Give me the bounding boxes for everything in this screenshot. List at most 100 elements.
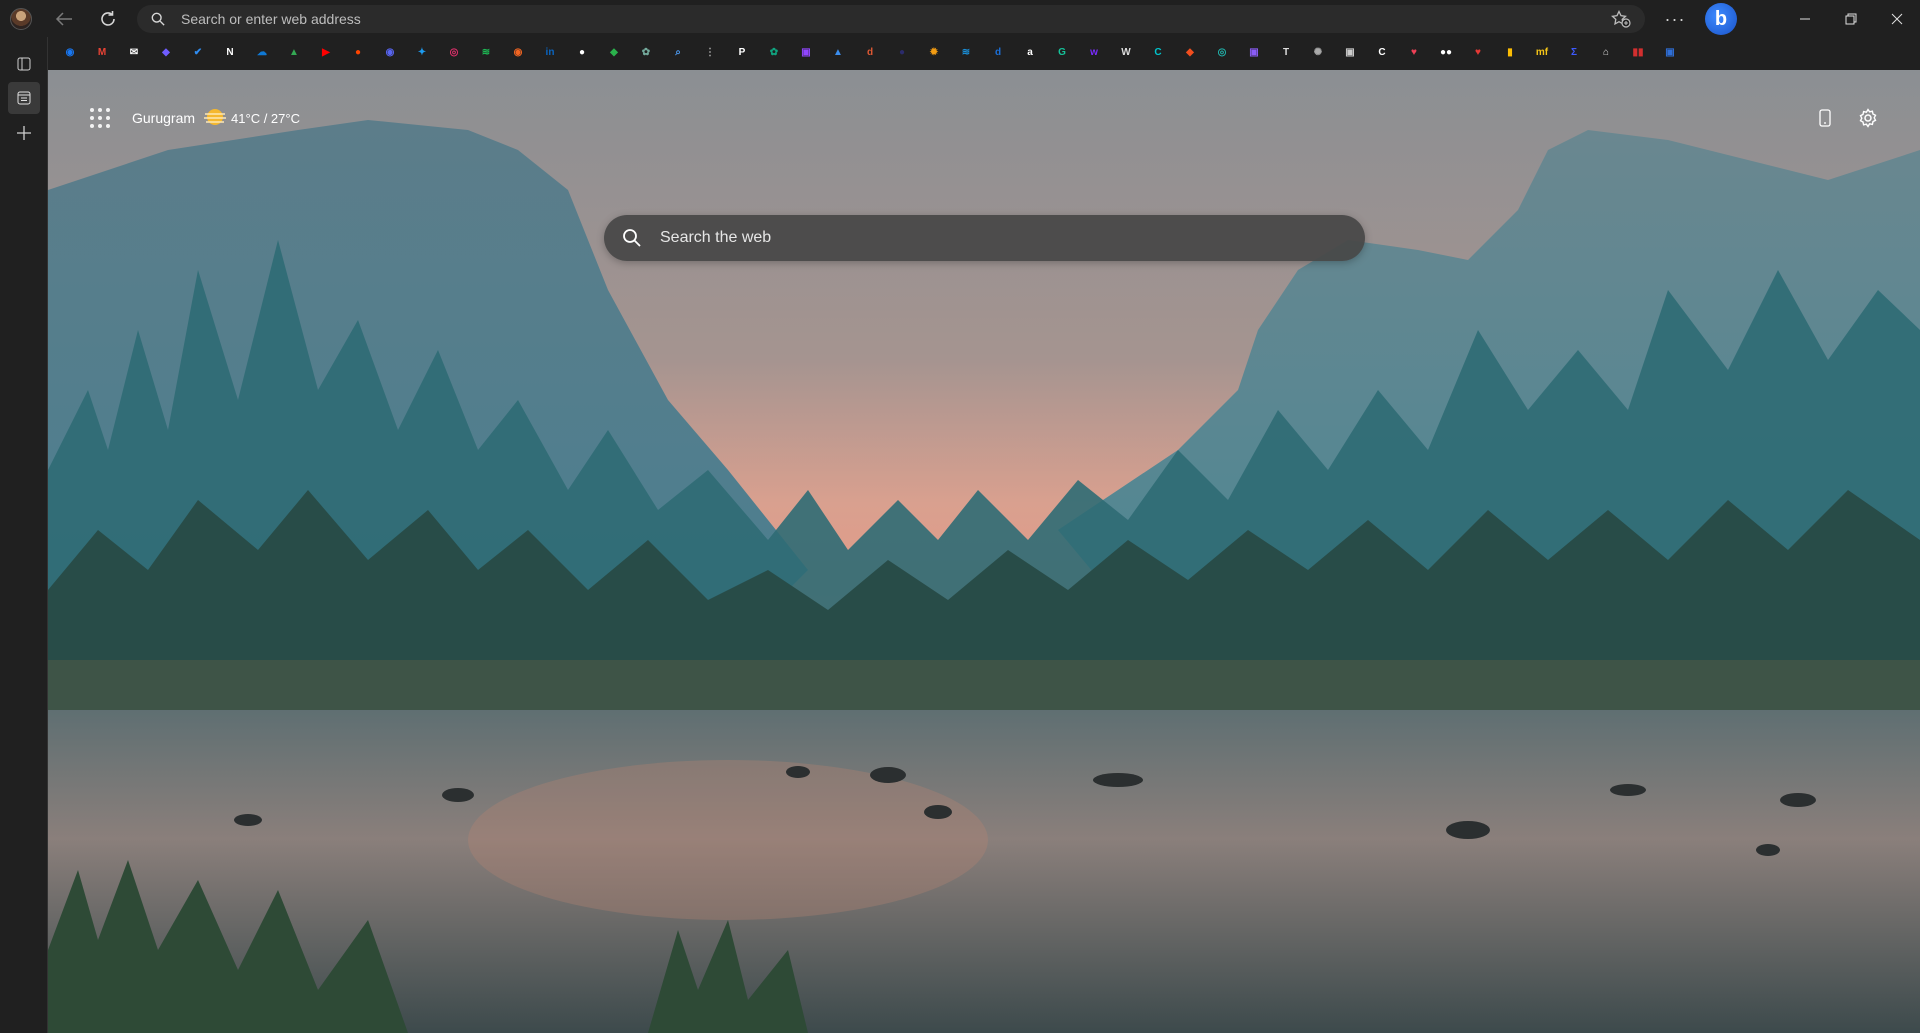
weather-widget[interactable]: Gurugram 41°C / 27°C	[132, 106, 300, 130]
favorite-reddit[interactable]: ●	[347, 41, 369, 63]
restore-button[interactable]	[1828, 0, 1874, 37]
favorite-youtube[interactable]: ▶	[315, 41, 337, 63]
new-tab-button[interactable]	[8, 117, 40, 149]
favorite-search[interactable]: ⌕	[667, 41, 689, 63]
favorite-messenger[interactable]: ◉	[59, 41, 81, 63]
favorite-bank[interactable]: ⌂	[1595, 41, 1617, 63]
favorite-keep[interactable]: ▮	[1499, 41, 1521, 63]
github-icon: ●	[578, 46, 586, 58]
favorite-onedrive[interactable]: ☁	[251, 41, 273, 63]
pcloud-icon: ◆	[162, 46, 170, 58]
favorite-gear-orange[interactable]: ✹	[923, 41, 945, 63]
page-settings-button[interactable]	[1854, 104, 1882, 132]
favorite-c-app[interactable]: C	[1371, 41, 1393, 63]
dictionary-icon: d	[994, 46, 1002, 58]
duckduckgo-icon: d	[866, 46, 874, 58]
mobile-app-button[interactable]	[1811, 104, 1839, 132]
close-button[interactable]	[1874, 0, 1920, 37]
favorite-dictionary[interactable]: d	[987, 41, 1009, 63]
weather-temperatures: 41°C / 27°C	[231, 110, 300, 126]
favorite-rss[interactable]: ◉	[507, 41, 529, 63]
favorite-spotify[interactable]: ≋	[475, 41, 497, 63]
favorite-dark-app[interactable]: ●	[891, 41, 913, 63]
search-icon	[623, 229, 641, 247]
favorite-openai[interactable]: ✿	[763, 41, 785, 63]
tab-newtab[interactable]	[8, 82, 40, 114]
favorite-linkedin[interactable]: in	[539, 41, 561, 63]
wikipedia-icon: W	[1121, 46, 1131, 58]
back-button[interactable]	[50, 6, 78, 32]
favorite-instagram[interactable]: ◎	[443, 41, 465, 63]
favorite-books[interactable]: ▮▮	[1627, 41, 1649, 63]
chatgpt-icon: ✿	[641, 46, 651, 58]
instagram-icon: ◎	[449, 46, 459, 58]
favorite-bracket-app[interactable]: Σ	[1563, 41, 1585, 63]
favorite-amazon[interactable]: a	[1019, 41, 1041, 63]
favorite-profile-app[interactable]: ▣	[1659, 41, 1681, 63]
add-favorite-icon[interactable]	[1611, 10, 1631, 28]
refresh-button[interactable]	[94, 6, 122, 32]
web-search-box[interactable]	[604, 215, 1365, 261]
favorite-google-drive[interactable]: ▲	[283, 41, 305, 63]
favorite-aperture[interactable]: ✺	[1307, 41, 1329, 63]
favorite-twitter[interactable]: ✦	[411, 41, 433, 63]
favorite-mail[interactable]: ✉	[123, 41, 145, 63]
favorite-grammarly[interactable]: G	[1051, 41, 1073, 63]
web-search-input[interactable]	[660, 229, 1310, 247]
favorite-duckduckgo[interactable]: d	[859, 41, 881, 63]
favorite-photos[interactable]: ▲	[827, 41, 849, 63]
favorite-pcloud[interactable]: ◆	[155, 41, 177, 63]
apps-launcher-button[interactable]	[88, 106, 112, 130]
twitter-icon: ✦	[417, 46, 427, 58]
grid-icon: ⋮	[705, 46, 715, 58]
books-icon: ▮▮	[1632, 46, 1644, 58]
favorite-p-app[interactable]: P	[731, 41, 753, 63]
favorite-gmail[interactable]: M	[91, 41, 113, 63]
favorite-github[interactable]: ●	[571, 41, 593, 63]
tab-actions-button[interactable]	[8, 48, 40, 80]
bing-icon: b	[1714, 7, 1728, 30]
favorite-figma[interactable]: ◆	[1179, 41, 1201, 63]
favorite-feedly[interactable]: ◆	[603, 41, 625, 63]
favorite-chatgpt[interactable]: ✿	[635, 41, 657, 63]
favorite-canva[interactable]: C	[1147, 41, 1169, 63]
favorite-msn[interactable]: ≋	[955, 41, 977, 63]
google-drive-icon: ▲	[289, 46, 299, 58]
messenger-icon: ◉	[65, 46, 75, 58]
favorite-medium[interactable]: ●●	[1435, 41, 1457, 63]
bank-icon: ⌂	[1602, 46, 1610, 58]
openai-icon: ✿	[769, 46, 779, 58]
title-bar: ··· b	[0, 0, 1920, 37]
weather-city: Gurugram	[132, 110, 196, 126]
favorite-clapper[interactable]: ▣	[1243, 41, 1265, 63]
grammarly-icon: G	[1058, 46, 1066, 58]
figma-icon: ◆	[1186, 46, 1194, 58]
gmail-icon: M	[97, 46, 107, 58]
favorite-chip[interactable]: ▣	[1339, 41, 1361, 63]
favorite-twitch[interactable]: ▣	[795, 41, 817, 63]
address-bar[interactable]	[137, 5, 1645, 33]
more-options-button[interactable]: ···	[1660, 6, 1690, 32]
favorite-heart-app[interactable]: ♥	[1467, 41, 1489, 63]
favorite-grid[interactable]: ⋮	[699, 41, 721, 63]
c-app-icon: C	[1378, 46, 1386, 58]
refresh-icon	[101, 11, 115, 26]
favorite-pocket[interactable]: ♥	[1403, 41, 1425, 63]
address-input[interactable]	[181, 11, 1531, 27]
p-app-icon: P	[738, 46, 746, 58]
profile-avatar[interactable]	[10, 8, 32, 30]
favorite-wikipedia[interactable]: W	[1115, 41, 1137, 63]
favorite-discord[interactable]: ◉	[379, 41, 401, 63]
search-icon	[151, 12, 165, 26]
favorite-notion[interactable]: N	[219, 41, 241, 63]
phone-icon	[1819, 109, 1831, 127]
favorite-mf-app[interactable]: mf	[1531, 41, 1553, 63]
favorite-perplexity[interactable]: ◎	[1211, 41, 1233, 63]
minimize-button[interactable]	[1782, 0, 1828, 37]
favorite-wattpad[interactable]: w	[1083, 41, 1105, 63]
bing-chat-button[interactable]: b	[1705, 3, 1737, 35]
favorite-todo[interactable]: ✔	[187, 41, 209, 63]
newtab-page-icon	[17, 91, 31, 105]
dark-app-icon: ●	[898, 46, 906, 58]
favorite-typewriter[interactable]: T	[1275, 41, 1297, 63]
